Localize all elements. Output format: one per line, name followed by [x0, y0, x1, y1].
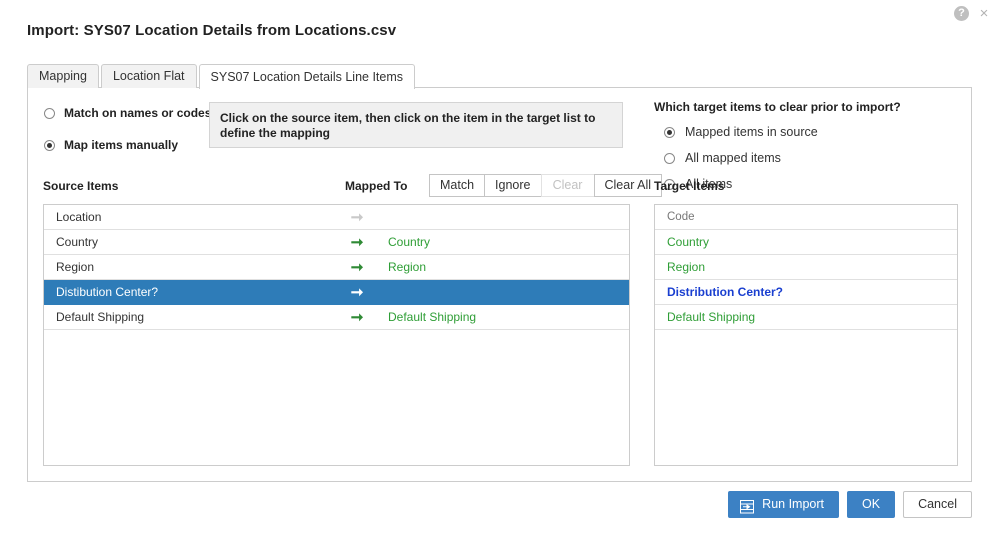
arrow-right-icon: ➞ [350, 308, 364, 326]
tab-mapping[interactable]: Mapping [27, 64, 99, 88]
import-icon [740, 498, 755, 513]
arrow-right-icon: ➞ [350, 208, 364, 226]
label-mapped-to: Mapped To [345, 179, 408, 193]
radio-indicator-checked-icon [664, 126, 675, 138]
radio-label-mapped-items-in-source: Mapped items in source [685, 125, 818, 139]
close-icon[interactable]: × [977, 6, 991, 21]
clear-all-button[interactable]: Clear All [593, 174, 663, 197]
target-item-name: Country [667, 235, 710, 249]
list-item[interactable]: Region [655, 255, 957, 280]
tab-sys07-location-details-line-items[interactable]: SYS07 Location Details Line Items [198, 64, 415, 89]
page-title: Import: SYS07 Location Details from Loca… [27, 22, 397, 39]
arrow-right-icon: ➞ [350, 283, 364, 301]
label-target-items: Target Items [654, 179, 725, 193]
ignore-button[interactable]: Ignore [484, 174, 542, 197]
list-item[interactable]: Default Shipping [655, 305, 957, 330]
help-icon[interactable]: ? [954, 6, 969, 21]
radio-all-mapped-items[interactable]: All mapped items [654, 148, 954, 168]
radio-label-map-items-manually: Map items manually [64, 138, 179, 152]
table-row[interactable]: Location ➞ [44, 205, 629, 230]
label-source-items: Source Items [43, 179, 119, 193]
clear-options-question: Which target items to clear prior to imp… [654, 100, 901, 114]
radio-indicator-unchecked-icon [664, 152, 675, 164]
radio-label-all-mapped-items: All mapped items [685, 151, 781, 165]
table-row[interactable]: Default Shipping ➞ Default Shipping [44, 305, 629, 330]
target-items-list[interactable]: Code Country Region Distribution Center?… [654, 204, 958, 466]
source-item-name: Default Shipping [56, 310, 145, 324]
dialog-footer: Run Import OK Cancel [0, 491, 999, 531]
run-import-button[interactable]: Run Import [728, 491, 840, 518]
target-list-header: Code [655, 205, 957, 230]
window-controls: ? × [954, 6, 991, 21]
import-dialog: ? × Import: SYS07 Location Details from … [0, 0, 999, 547]
lists-header-row: Source Items Mapped To Match Ignore Clea… [28, 174, 971, 202]
mapping-instruction-hint: Click on the source item, then click on … [209, 102, 623, 148]
ok-button[interactable]: OK [847, 491, 896, 518]
mapped-target-name: Region [388, 260, 427, 274]
radio-mapped-items-in-source[interactable]: Mapped items in source [654, 122, 954, 142]
arrow-right-icon: ➞ [350, 233, 364, 251]
table-row[interactable]: Country ➞ Country [44, 230, 629, 255]
tab-location-flat[interactable]: Location Flat [100, 64, 197, 88]
source-items-list[interactable]: Location ➞ Country ➞ Country Region ➞ Re… [43, 204, 630, 466]
match-button[interactable]: Match [429, 174, 486, 197]
arrow-right-icon: ➞ [350, 258, 364, 276]
radio-indicator-checked-icon [44, 139, 55, 151]
mapped-target-name: Country [388, 235, 431, 249]
tab-bar: Mapping Location Flat SYS07 Location Det… [27, 63, 417, 89]
mapped-target-name: Default Shipping [388, 310, 477, 324]
list-item[interactable]: Country [655, 230, 957, 255]
table-row[interactable]: Distibution Center? ➞ [44, 280, 629, 305]
radio-match-on-names-or-codes[interactable]: Match on names or codes [44, 102, 224, 124]
clear-button: Clear [540, 174, 595, 197]
list-item[interactable]: Distribution Center? [655, 280, 957, 305]
mapping-mode-radio-group: Match on names or codes Map items manual… [44, 102, 224, 156]
cancel-button[interactable]: Cancel [903, 491, 972, 518]
radio-map-items-manually[interactable]: Map items manually [44, 134, 224, 156]
target-item-name: Default Shipping [667, 310, 756, 324]
source-item-name: Location [56, 210, 102, 224]
table-row[interactable]: Region ➞ Region [44, 255, 629, 280]
target-column-header-code: Code [667, 211, 695, 223]
mapping-action-button-group: Match Ignore Clear Clear All [429, 174, 663, 197]
target-item-name: Region [667, 260, 706, 274]
tab-content-panel: Match on names or codes Map items manual… [27, 87, 972, 482]
source-item-name: Distibution Center? [56, 285, 159, 299]
radio-indicator-unchecked-icon [44, 107, 55, 119]
source-item-name: Country [56, 235, 99, 249]
target-item-name: Distribution Center? [667, 285, 783, 299]
radio-label-match-on-names-or-codes: Match on names or codes [64, 106, 212, 120]
run-import-label: Run Import [762, 497, 825, 511]
source-item-name: Region [56, 260, 95, 274]
